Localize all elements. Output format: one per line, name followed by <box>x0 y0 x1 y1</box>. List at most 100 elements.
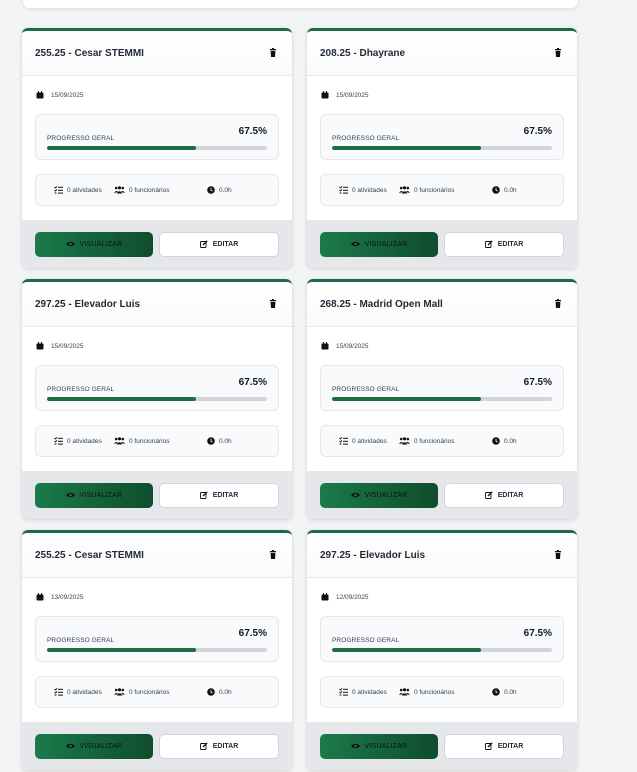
employees-count: 0 funcionários <box>129 186 170 194</box>
employees-count: 0 funcionários <box>414 186 455 194</box>
activities-stat: 0 atividades <box>54 437 114 445</box>
progress-bar <box>332 648 552 652</box>
progress-bar-fill <box>47 397 196 401</box>
card-header: 255.25 - Cesar STEMMI <box>22 31 292 76</box>
activities-count: 0 atividades <box>67 688 102 696</box>
hours-value: 0.0h <box>504 437 517 445</box>
view-button-label: VISUALIZAR <box>79 491 123 499</box>
calendar-icon <box>36 342 44 350</box>
previous-panel-edge <box>22 0 579 9</box>
calendar-icon <box>321 91 329 99</box>
card-header: 297.25 - Elevador Luis <box>22 282 292 327</box>
trash-icon[interactable] <box>268 299 278 309</box>
progress-bar-fill <box>332 146 481 150</box>
eye-icon <box>65 492 75 498</box>
project-card: 255.25 - Cesar STEMMI 15/09/2025 PROGRES… <box>22 28 292 268</box>
edit-button[interactable]: EDITAR <box>444 733 564 759</box>
card-date-row: 12/09/2025 <box>321 592 577 602</box>
stats-panel: 0 atividades 0 funcionários 0.0h <box>320 676 564 708</box>
hours-value: 0.0h <box>504 186 517 194</box>
list-icon <box>54 688 63 696</box>
progress-label: PROGRESSO GERAL <box>47 135 115 142</box>
view-button-label: VISUALIZAR <box>364 240 408 248</box>
view-button-label: VISUALIZAR <box>364 742 408 750</box>
progress-panel: PROGRESSO GERAL 67.5% <box>320 616 564 662</box>
progress-bar <box>332 146 552 150</box>
progress-percent: 67.5% <box>238 628 267 639</box>
progress-bar <box>47 397 267 401</box>
edit-button-label: EDITAR <box>497 240 524 248</box>
edit-button[interactable]: EDITAR <box>159 231 279 257</box>
progress-label: PROGRESSO GERAL <box>47 637 115 644</box>
stats-panel: 0 atividades 0 funcionários 0.0h <box>320 425 564 457</box>
edit-button[interactable]: EDITAR <box>159 733 279 759</box>
clock-icon <box>492 437 500 445</box>
progress-panel: PROGRESSO GERAL 67.5% <box>35 114 279 160</box>
view-button[interactable]: VISUALIZAR <box>35 482 153 508</box>
progress-panel: PROGRESSO GERAL 67.5% <box>35 616 279 662</box>
employees-count: 0 funcionários <box>414 688 455 696</box>
card-title: 297.25 - Elevador Luis <box>320 549 426 561</box>
edit-button-label: EDITAR <box>497 742 524 750</box>
project-card: 268.25 - Madrid Open Mall 15/09/2025 PRO… <box>307 279 577 519</box>
progress-bar <box>332 397 552 401</box>
hours-stat: 0.0h <box>492 186 517 194</box>
progress-label: PROGRESSO GERAL <box>47 386 115 393</box>
project-card: 208.25 - Dhayrane 15/09/2025 PROGRESSO G… <box>307 28 577 268</box>
employees-stat: 0 funcionários <box>399 186 492 194</box>
card-title: 297.25 - Elevador Luis <box>35 298 141 310</box>
edit-icon <box>484 742 493 750</box>
employees-stat: 0 funcionários <box>114 186 207 194</box>
employees-stat: 0 funcionários <box>114 437 207 445</box>
trash-icon[interactable] <box>553 299 563 309</box>
hours-value: 0.0h <box>219 437 232 445</box>
employees-stat: 0 funcionários <box>114 688 207 696</box>
trash-icon[interactable] <box>268 550 278 560</box>
view-button[interactable]: VISUALIZAR <box>35 231 153 257</box>
edit-icon <box>484 491 493 499</box>
view-button[interactable]: VISUALIZAR <box>320 482 438 508</box>
view-button[interactable]: VISUALIZAR <box>320 733 438 759</box>
trash-icon[interactable] <box>268 48 278 58</box>
employees-count: 0 funcionários <box>414 437 455 445</box>
calendar-icon <box>321 342 329 350</box>
view-button[interactable]: VISUALIZAR <box>320 231 438 257</box>
edit-button[interactable]: EDITAR <box>444 231 564 257</box>
stats-panel: 0 atividades 0 funcionários 0.0h <box>320 174 564 206</box>
progress-percent: 67.5% <box>523 126 552 137</box>
activities-count: 0 atividades <box>352 437 387 445</box>
hours-stat: 0.0h <box>492 437 517 445</box>
eye-icon <box>65 241 75 247</box>
employees-stat: 0 funcionários <box>399 688 492 696</box>
card-date: 15/09/2025 <box>51 342 84 350</box>
employees-count: 0 funcionários <box>129 688 170 696</box>
card-footer: VISUALIZAR EDITAR <box>307 722 577 770</box>
calendar-icon <box>36 593 44 601</box>
view-button[interactable]: VISUALIZAR <box>35 733 153 759</box>
stats-panel: 0 atividades 0 funcionários 0.0h <box>35 174 279 206</box>
progress-bar-fill <box>47 146 196 150</box>
list-icon <box>339 186 348 194</box>
progress-label: PROGRESSO GERAL <box>332 637 400 644</box>
progress-bar-fill <box>332 397 481 401</box>
card-header: 268.25 - Madrid Open Mall <box>307 282 577 327</box>
employees-count: 0 funcionários <box>129 437 170 445</box>
eye-icon <box>350 241 360 247</box>
card-header: 208.25 - Dhayrane <box>307 31 577 76</box>
edit-button[interactable]: EDITAR <box>444 482 564 508</box>
card-date-row: 15/09/2025 <box>321 90 577 100</box>
trash-icon[interactable] <box>553 550 563 560</box>
clock-icon <box>207 437 215 445</box>
progress-label: PROGRESSO GERAL <box>332 135 400 142</box>
card-date-row: 15/09/2025 <box>36 90 292 100</box>
hours-stat: 0.0h <box>207 688 232 696</box>
calendar-icon <box>321 593 329 601</box>
hours-value: 0.0h <box>219 186 232 194</box>
card-date-row: 15/09/2025 <box>321 341 577 351</box>
edit-button[interactable]: EDITAR <box>159 482 279 508</box>
activities-stat: 0 atividades <box>339 186 399 194</box>
users-icon <box>399 186 410 194</box>
trash-icon[interactable] <box>553 48 563 58</box>
activities-stat: 0 atividades <box>339 688 399 696</box>
progress-panel: PROGRESSO GERAL 67.5% <box>35 365 279 411</box>
